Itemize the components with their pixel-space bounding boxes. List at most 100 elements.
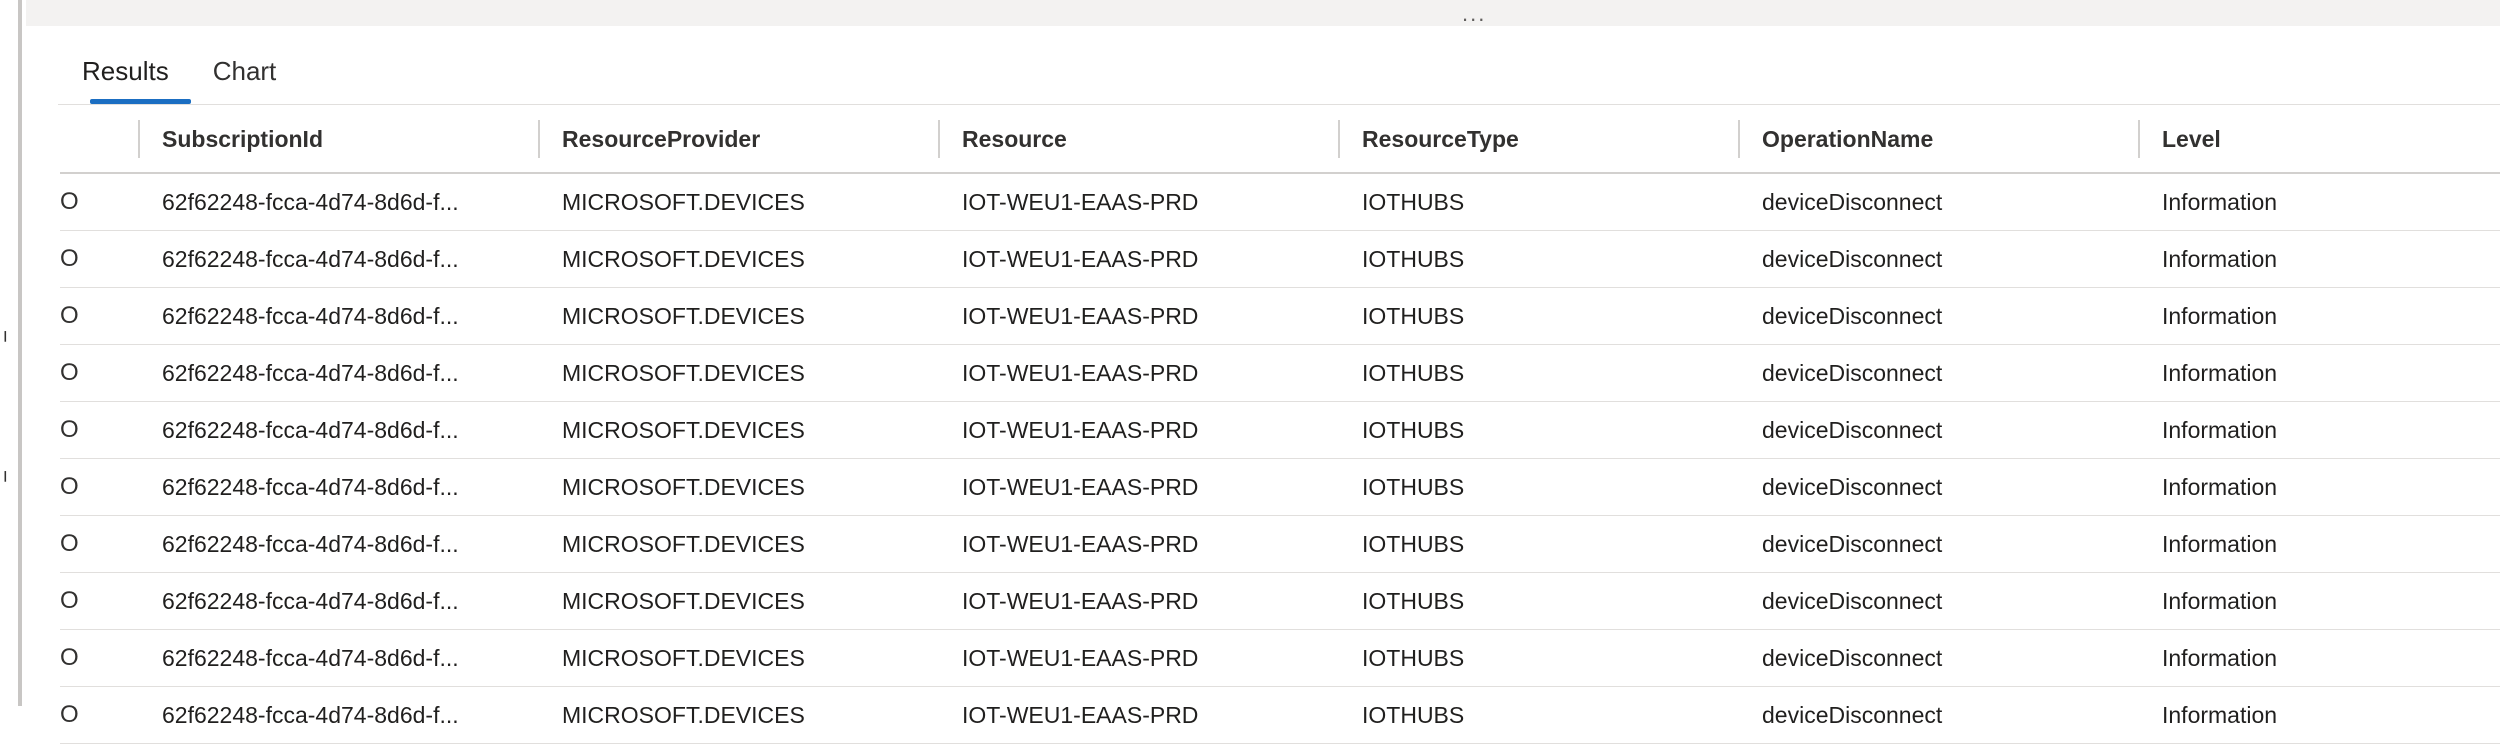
column-resize-handle[interactable]	[1738, 120, 1740, 158]
cell-operationname: deviceDisconnect	[1762, 245, 1943, 272]
cell-operationname: deviceDisconnect	[1762, 701, 1943, 728]
cell-resourcetype: IOTHUBS	[1362, 644, 1465, 671]
cell-resourceprovider: MICROSOFT.DEVICES	[562, 587, 805, 614]
rail-label-fragment: −	[0, 330, 18, 343]
cell-operationname: deviceDisconnect	[1762, 473, 1943, 500]
table-row[interactable]: O 62f62248-fcca-4d74-8d6d-f... MICROSOFT…	[60, 573, 2500, 630]
cell-resource: IOT-WEU1-EAAS-PRD	[962, 359, 1199, 386]
row-cell-partial: O	[60, 473, 79, 500]
cell-level: Information	[2162, 644, 2278, 671]
row-cell-partial: O	[60, 530, 79, 557]
cell-subscriptionid: 62f62248-fcca-4d74-8d6d-f...	[162, 473, 459, 500]
cell-level: Information	[2162, 701, 2278, 728]
cell-resource: IOT-WEU1-EAAS-PRD	[962, 245, 1199, 272]
column-resize-handle[interactable]	[1338, 120, 1340, 158]
cell-operationname: deviceDisconnect	[1762, 188, 1943, 215]
cell-level: Information	[2162, 245, 2278, 272]
cell-resourcetype: IOTHUBS	[1362, 473, 1465, 500]
cell-operationname: deviceDisconnect	[1762, 644, 1943, 671]
row-cell-partial: O	[60, 188, 79, 215]
column-header-resourcetype[interactable]: ResourceType	[1362, 106, 1662, 172]
table-row[interactable]: O 62f62248-fcca-4d74-8d6d-f... MICROSOFT…	[60, 174, 2500, 231]
row-cell-partial: O	[60, 587, 79, 614]
cell-level: Information	[2162, 530, 2278, 557]
column-resize-handle[interactable]	[938, 120, 940, 158]
cell-level: Information	[2162, 473, 2278, 500]
cell-resourcetype: IOTHUBS	[1362, 416, 1465, 443]
query-editor-bottom-edge	[26, 0, 2500, 26]
cell-resource: IOT-WEU1-EAAS-PRD	[962, 302, 1199, 329]
cell-subscriptionid: 62f62248-fcca-4d74-8d6d-f...	[162, 359, 459, 386]
cell-resourceprovider: MICROSOFT.DEVICES	[562, 416, 805, 443]
cell-subscriptionid: 62f62248-fcca-4d74-8d6d-f...	[162, 644, 459, 671]
cell-resource: IOT-WEU1-EAAS-PRD	[962, 188, 1199, 215]
column-header-resourceprovider[interactable]: ResourceProvider	[562, 106, 862, 172]
cell-resourcetype: IOTHUBS	[1362, 245, 1465, 272]
cell-subscriptionid: 62f62248-fcca-4d74-8d6d-f...	[162, 416, 459, 443]
cell-resourcetype: IOTHUBS	[1362, 188, 1465, 215]
row-cell-partial: O	[60, 359, 79, 386]
cell-operationname: deviceDisconnect	[1762, 302, 1943, 329]
cell-resourcetype: IOTHUBS	[1362, 359, 1465, 386]
cell-level: Information	[2162, 188, 2278, 215]
table-row[interactable]: O 62f62248-fcca-4d74-8d6d-f... MICROSOFT…	[60, 687, 2500, 744]
table-row[interactable]: O 62f62248-fcca-4d74-8d6d-f... MICROSOFT…	[60, 459, 2500, 516]
cell-subscriptionid: 62f62248-fcca-4d74-8d6d-f...	[162, 302, 459, 329]
cell-resourcetype: IOTHUBS	[1362, 701, 1465, 728]
cell-resourceprovider: MICROSOFT.DEVICES	[562, 302, 805, 329]
tab-results[interactable]: Results	[60, 44, 191, 104]
table-row[interactable]: O 62f62248-fcca-4d74-8d6d-f... MICROSOFT…	[60, 345, 2500, 402]
cell-resourceprovider: MICROSOFT.DEVICES	[562, 701, 805, 728]
cell-resource: IOT-WEU1-EAAS-PRD	[962, 473, 1199, 500]
cell-subscriptionid: 62f62248-fcca-4d74-8d6d-f...	[162, 530, 459, 557]
table-header-row: SubscriptionId ResourceProvider Resource…	[60, 106, 2500, 174]
tab-chart[interactable]: Chart	[191, 44, 299, 104]
table-row[interactable]: O 62f62248-fcca-4d74-8d6d-f... MICROSOFT…	[60, 288, 2500, 345]
tabs-divider	[58, 104, 2500, 105]
cell-resourceprovider: MICROSOFT.DEVICES	[562, 188, 805, 215]
cell-operationname: deviceDisconnect	[1762, 530, 1943, 557]
cell-subscriptionid: 62f62248-fcca-4d74-8d6d-f...	[162, 245, 459, 272]
column-header-level[interactable]: Level	[2162, 106, 2462, 172]
results-tabs: Results Chart	[60, 44, 298, 104]
table-row[interactable]: O 62f62248-fcca-4d74-8d6d-f... MICROSOFT…	[60, 516, 2500, 573]
cell-subscriptionid: 62f62248-fcca-4d74-8d6d-f...	[162, 587, 459, 614]
cell-resourcetype: IOTHUBS	[1362, 587, 1465, 614]
cell-resource: IOT-WEU1-EAAS-PRD	[962, 587, 1199, 614]
cell-resource: IOT-WEU1-EAAS-PRD	[962, 644, 1199, 671]
cell-operationname: deviceDisconnect	[1762, 359, 1943, 386]
column-header-operationname[interactable]: OperationName	[1762, 106, 2062, 172]
cell-resourceprovider: MICROSOFT.DEVICES	[562, 473, 805, 500]
cell-subscriptionid: 62f62248-fcca-4d74-8d6d-f...	[162, 701, 459, 728]
cell-level: Information	[2162, 416, 2278, 443]
cell-level: Information	[2162, 587, 2278, 614]
cell-level: Information	[2162, 302, 2278, 329]
column-resize-handle[interactable]	[538, 120, 540, 158]
cell-subscriptionid: 62f62248-fcca-4d74-8d6d-f...	[162, 188, 459, 215]
row-cell-partial: O	[60, 416, 79, 443]
cell-resourcetype: IOTHUBS	[1362, 302, 1465, 329]
cell-resource: IOT-WEU1-EAAS-PRD	[962, 416, 1199, 443]
cell-resourceprovider: MICROSOFT.DEVICES	[562, 359, 805, 386]
column-header-resource[interactable]: Resource	[962, 106, 1262, 172]
column-resize-handle[interactable]	[138, 120, 140, 158]
table-row[interactable]: O 62f62248-fcca-4d74-8d6d-f... MICROSOFT…	[60, 231, 2500, 288]
row-cell-partial: O	[60, 701, 79, 728]
results-grid: SubscriptionId ResourceProvider Resource…	[60, 106, 2500, 744]
table-row[interactable]: O 62f62248-fcca-4d74-8d6d-f... MICROSOFT…	[60, 630, 2500, 687]
cell-operationname: deviceDisconnect	[1762, 416, 1943, 443]
cell-resourceprovider: MICROSOFT.DEVICES	[562, 245, 805, 272]
cell-resource: IOT-WEU1-EAAS-PRD	[962, 701, 1199, 728]
cell-operationname: deviceDisconnect	[1762, 587, 1943, 614]
cell-level: Information	[2162, 359, 2278, 386]
cell-resourcetype: IOTHUBS	[1362, 530, 1465, 557]
table-body: O 62f62248-fcca-4d74-8d6d-f... MICROSOFT…	[60, 174, 2500, 744]
cell-resourceprovider: MICROSOFT.DEVICES	[562, 644, 805, 671]
row-cell-partial: O	[60, 245, 79, 272]
table-row[interactable]: O 62f62248-fcca-4d74-8d6d-f... MICROSOFT…	[60, 402, 2500, 459]
cell-resourceprovider: MICROSOFT.DEVICES	[562, 530, 805, 557]
rail-label-fragment: −	[0, 470, 18, 483]
column-resize-handle[interactable]	[2138, 120, 2140, 158]
column-header-subscriptionid[interactable]: SubscriptionId	[162, 106, 462, 172]
pane-splitter-handle[interactable]: ...	[1462, 3, 1486, 25]
